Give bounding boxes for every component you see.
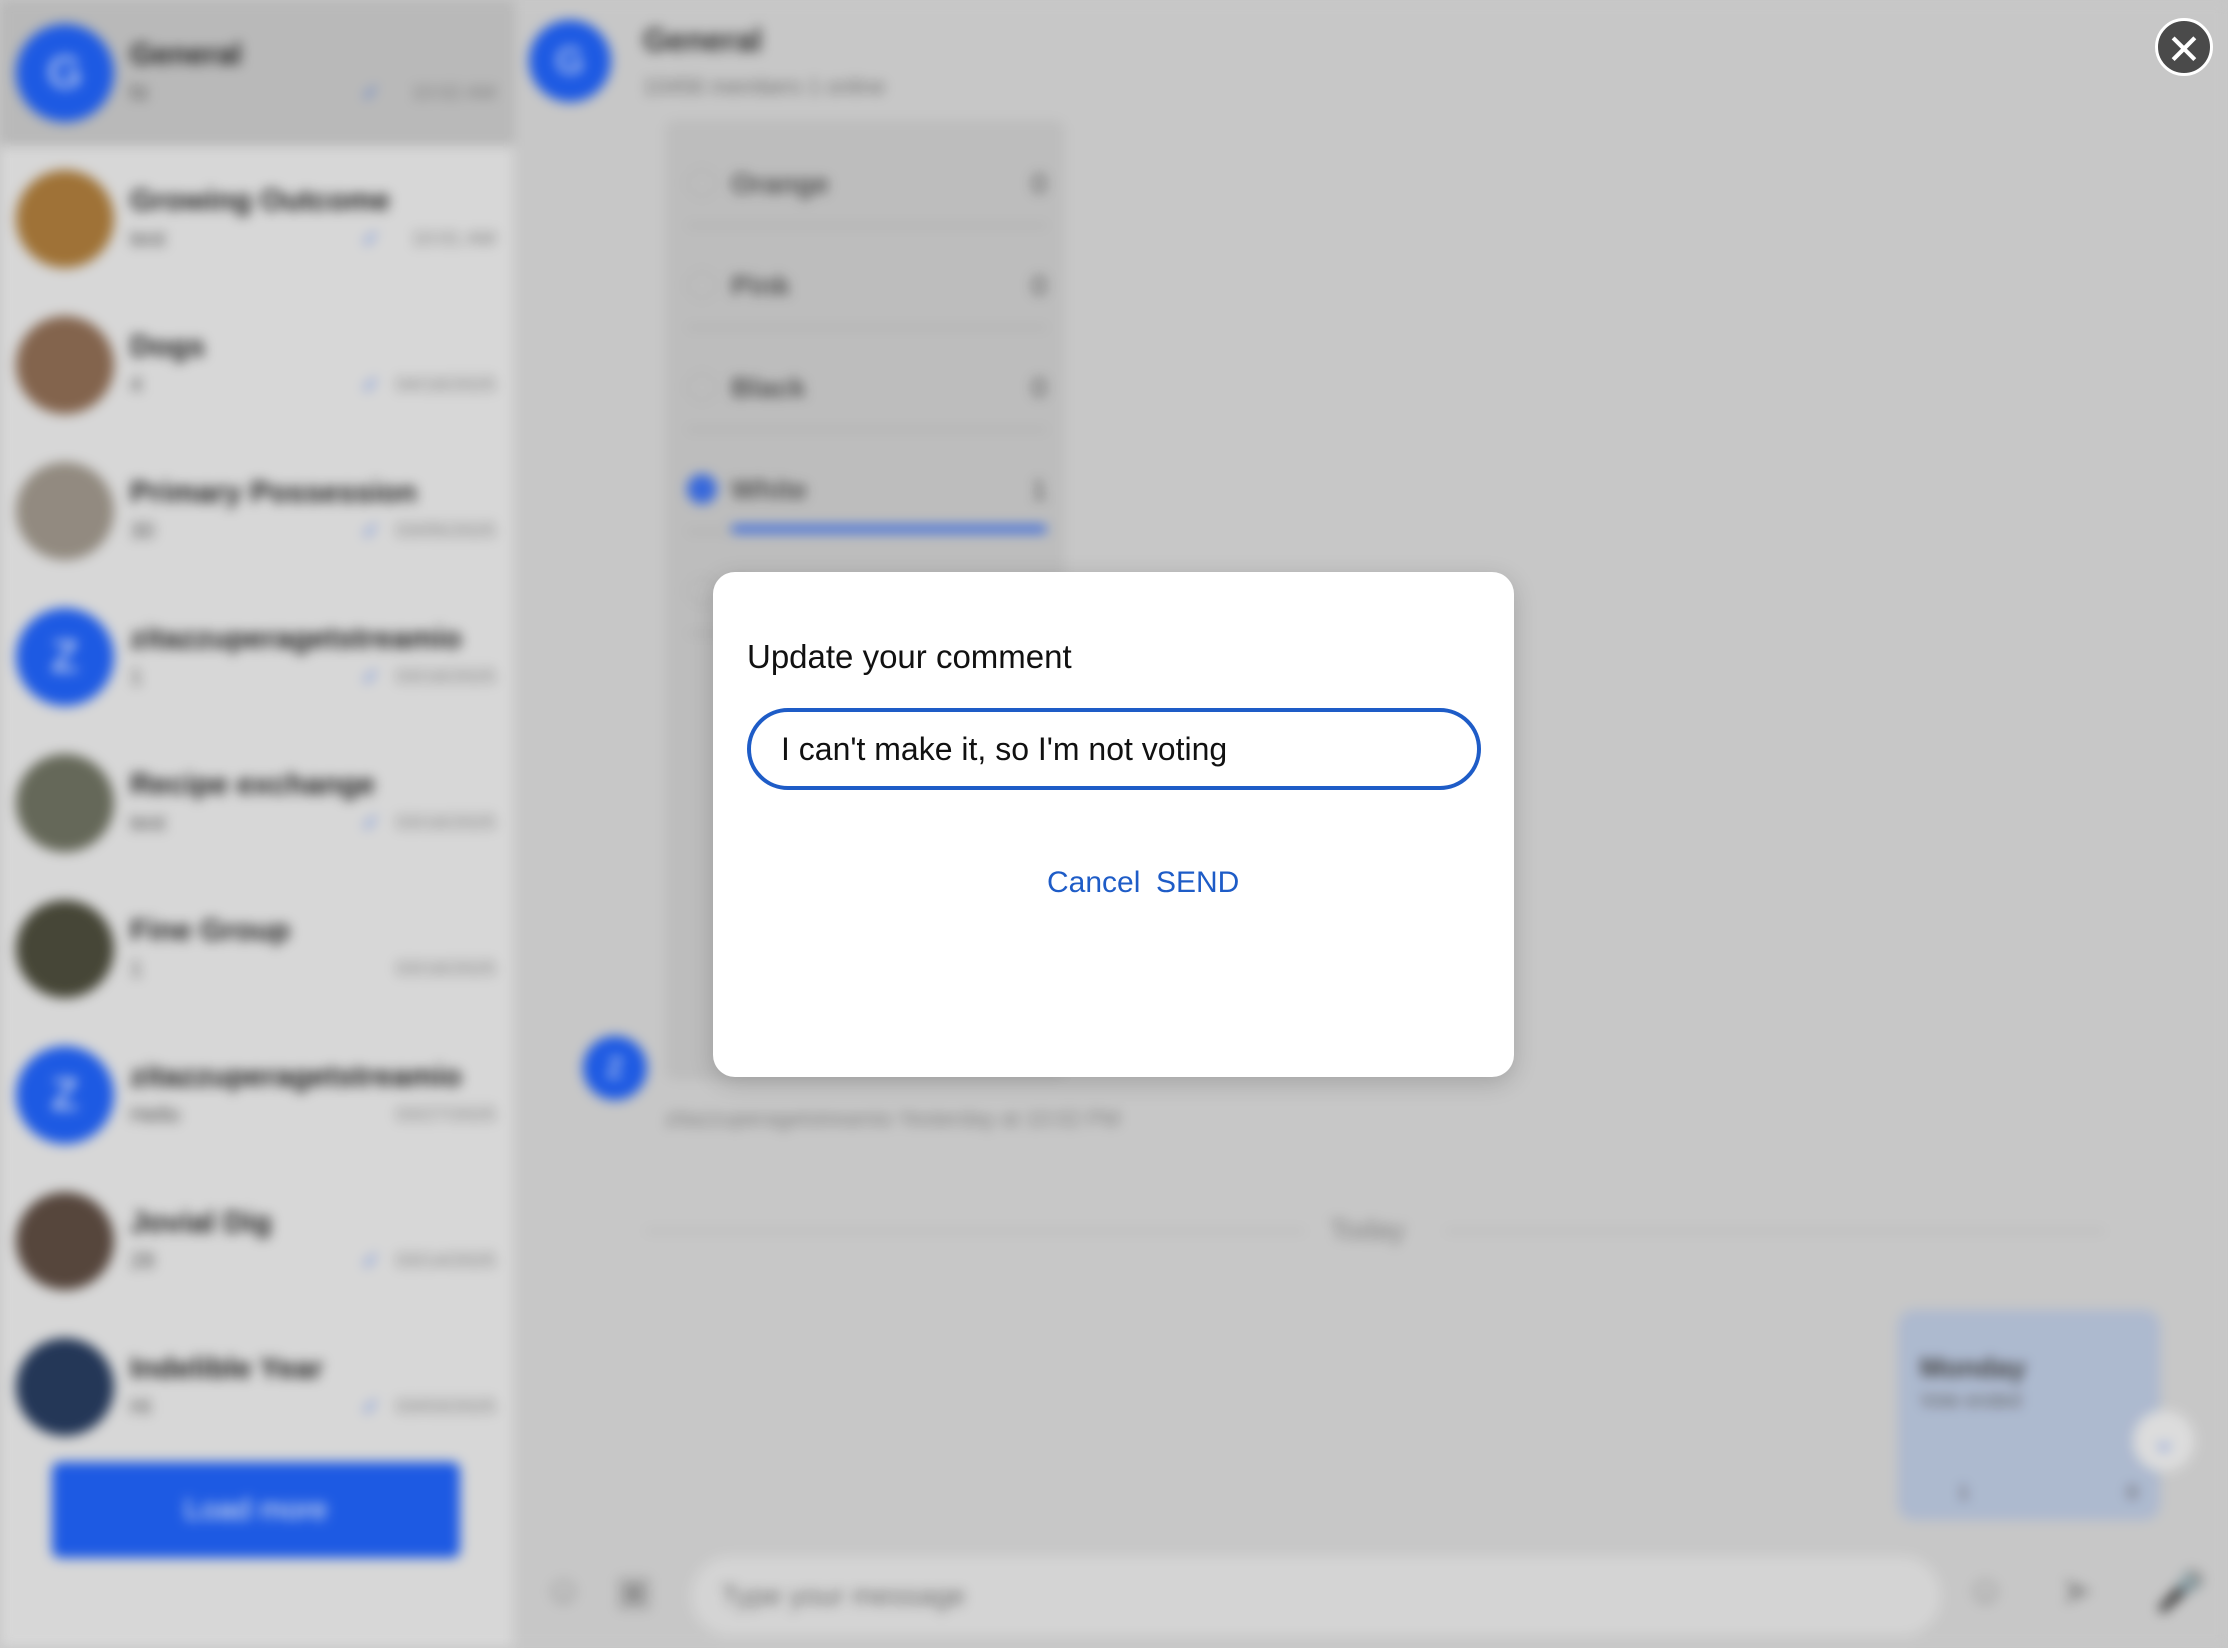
send-button[interactable]: SEND	[1148, 862, 1247, 904]
close-modal-button[interactable]: ✕	[2155, 18, 2213, 76]
dialog-title: Update your comment	[747, 638, 1072, 675]
cancel-button[interactable]: Cancel	[1039, 862, 1148, 904]
close-icon: ✕	[2166, 26, 2202, 73]
comment-input[interactable]	[747, 708, 1481, 790]
update-comment-dialog: Update your comment Cancel SEND	[713, 572, 1514, 1077]
